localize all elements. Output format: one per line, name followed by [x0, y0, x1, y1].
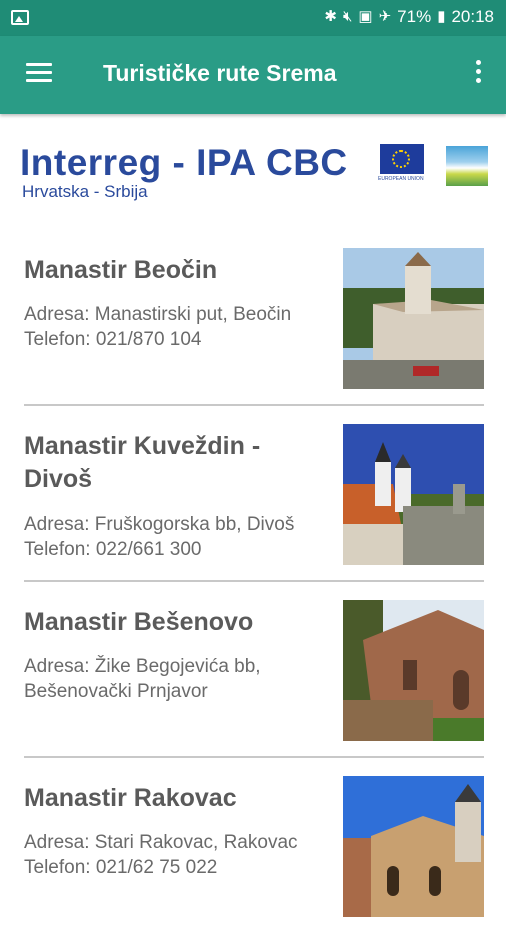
item-phone: Telefon: 021/870 104: [24, 329, 202, 350]
eu-flag-icon: [380, 144, 424, 174]
monastery-photo: [343, 424, 484, 565]
battery-percent: 71%: [397, 7, 432, 26]
item-address: Adresa: Stari Rakovac, Rakovac: [24, 832, 298, 853]
eu-label: EUROPEAN UNION: [378, 176, 424, 182]
gallery-notification-icon: [11, 10, 29, 25]
monastery-list: Manastir Beočin Adresa: Manastirski put,…: [0, 230, 506, 934]
nfc-icon: ▣: [358, 8, 373, 25]
monastery-photo: [343, 776, 484, 917]
item-title: Manastir Kuveždin - Divoš: [24, 432, 261, 493]
monastery-photo: [343, 248, 484, 389]
list-item[interactable]: Manastir Beočin Adresa: Manastirski put,…: [0, 230, 506, 406]
monastery-photo: [343, 600, 484, 741]
item-address: Adresa: Manastirski put, Beočin: [24, 304, 292, 325]
list-item[interactable]: Manastir Rakovac Adresa: Stari Rakovac, …: [0, 758, 506, 934]
item-title: Manastir Beočin: [24, 256, 218, 284]
interreg-banner: Interreg - IPA CBC Hrvatska - Srbija EUR…: [20, 142, 488, 204]
airplane-mode-icon: ✈: [378, 8, 392, 25]
partner-logo: [446, 146, 488, 186]
interreg-logo: Interreg - IPA CBC: [20, 142, 348, 183]
mute-icon: 🔇︎: [342, 8, 353, 25]
item-address: Adresa: Fruškogorska bb, Divoš: [24, 514, 295, 535]
banner-subtitle: Hrvatska - Srbija: [22, 182, 148, 201]
item-phone: Telefon: 022/661 300: [24, 539, 202, 560]
status-bar: ✱ 🔇︎ ▣ ✈ 71% ▮ 20:18: [0, 0, 506, 36]
list-item[interactable]: Manastir Kuveždin - Divoš Adresa: Fruško…: [0, 406, 506, 582]
more-options-icon[interactable]: [474, 60, 482, 90]
battery-icon: ▮: [437, 8, 446, 25]
app-title: Turističke rute Srema: [103, 60, 337, 86]
list-item[interactable]: Manastir Bešenovo Adresa: Žike Begojević…: [0, 582, 506, 758]
item-title: Manastir Bešenovo: [24, 608, 254, 636]
menu-icon[interactable]: [26, 63, 52, 85]
item-phone: Telefon: 021/62 75 022: [24, 857, 218, 878]
item-title: Manastir Rakovac: [24, 784, 237, 812]
clock: 20:18: [451, 7, 494, 26]
app-bar: Turističke rute Srema: [0, 36, 506, 114]
item-address: Adresa: Žike Begojevića bb, Bešenovački …: [24, 656, 261, 702]
bluetooth-icon: ✱: [324, 8, 337, 25]
